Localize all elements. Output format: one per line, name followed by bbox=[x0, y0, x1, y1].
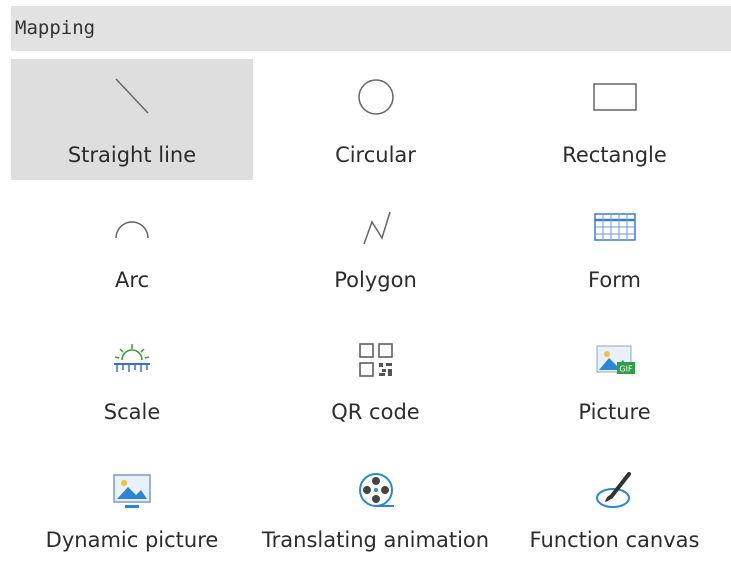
tool-label: QR code bbox=[331, 400, 420, 424]
panel-title: Mapping bbox=[11, 6, 731, 51]
circle-icon bbox=[352, 73, 400, 121]
tool-circular[interactable]: Circular bbox=[253, 59, 498, 180]
tool-label: Straight line bbox=[67, 143, 197, 167]
tool-translating-animation[interactable]: Translating animation bbox=[253, 442, 498, 560]
tool-label: Form bbox=[588, 268, 641, 292]
tool-label: Function canvas bbox=[529, 528, 700, 552]
tool-scale[interactable]: Scale bbox=[11, 312, 253, 442]
tool-label: Polygon bbox=[334, 268, 417, 292]
film-reel-icon bbox=[352, 466, 400, 514]
tool-straight-line[interactable]: Straight line bbox=[11, 59, 253, 180]
rectangle-icon bbox=[591, 73, 639, 121]
dynamic-picture-icon bbox=[108, 466, 156, 514]
tool-picture[interactable]: GIF Picture bbox=[498, 312, 731, 442]
tool-rectangle[interactable]: Rectangle bbox=[498, 59, 731, 180]
tool-label: Scale bbox=[103, 400, 161, 424]
table-grid-icon bbox=[591, 204, 639, 252]
tool-form[interactable]: Form bbox=[498, 180, 731, 312]
tool-dynamic-picture[interactable]: Dynamic picture bbox=[11, 442, 253, 560]
tool-function-canvas[interactable]: Function canvas bbox=[498, 442, 731, 560]
mapping-panel: Mapping Straight line Circular Rectangle bbox=[0, 0, 731, 569]
tool-arc[interactable]: Arc bbox=[11, 180, 253, 312]
tool-grid: Straight line Circular Rectangle Arc Pol… bbox=[11, 59, 731, 560]
picture-gif-icon: GIF bbox=[591, 336, 639, 384]
qr-code-icon bbox=[352, 336, 400, 384]
tool-label: Circular bbox=[335, 143, 416, 167]
tool-label: Dynamic picture bbox=[45, 528, 219, 552]
paint-brush-icon bbox=[591, 466, 639, 514]
tool-label: Rectangle bbox=[562, 143, 667, 167]
scale-icon bbox=[108, 336, 156, 384]
arc-icon bbox=[108, 204, 156, 252]
tool-qr-code[interactable]: QR code bbox=[253, 312, 498, 442]
svg-text:GIF: GIF bbox=[619, 365, 633, 374]
straight-line-icon bbox=[108, 73, 156, 121]
polygon-icon bbox=[352, 204, 400, 252]
tool-label: Translating animation bbox=[261, 528, 490, 552]
tool-label: Arc bbox=[114, 268, 150, 292]
tool-label: Picture bbox=[578, 400, 651, 424]
tool-polygon[interactable]: Polygon bbox=[253, 180, 498, 312]
